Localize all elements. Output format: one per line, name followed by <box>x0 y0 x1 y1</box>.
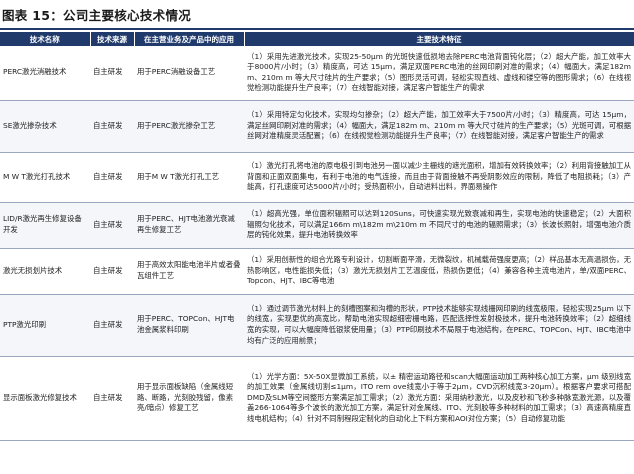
header-features: 主要技术特征 <box>244 32 634 46</box>
features-cell: （1）超高光强，单位面积辐照可以达到120Suns，可快速实现光致衰减和再生，实… <box>244 202 634 249</box>
application-cell: 用于PERC、TOPCon、HJT电池金属浆料印刷 <box>134 294 244 357</box>
application-cell: 用于PERC、HJT电池激光衰减再生修复工艺 <box>134 202 244 249</box>
tech-source-cell: 自主研发 <box>90 46 134 101</box>
core-technology-table: 技术名称 技术来源 在主营业务及产品中的应用 主要技术特征 PERC激光消融技术… <box>0 32 634 441</box>
tech-source-cell: 自主研发 <box>90 202 134 249</box>
table-header-row: 技术名称 技术来源 在主营业务及产品中的应用 主要技术特征 <box>0 32 634 46</box>
features-cell: （1）通过调节激光材料上的刻槽图案和沟槽的形状，PTP技术能够实现线栅网印刷的线… <box>244 294 634 357</box>
table-row: M W T激光打孔技术 自主研发 用于M W T激光打孔工艺 （1）激光打孔将电… <box>0 152 634 203</box>
header-tech-source: 技术来源 <box>90 32 135 46</box>
application-cell: 用于显示面板缺陷（金属线短路、断路，光刻胶残留，像素亮/暗点）修复工艺 <box>134 356 244 441</box>
tech-name-cell: LID/R激光再生修复设备开发 <box>0 202 90 249</box>
header-tech-name: 技术名称 <box>0 32 91 46</box>
features-cell: （1）采用创新性的组合光路专利设计，切割断面平滑，无微裂纹，机械载荷强度更高；（… <box>244 248 634 295</box>
tech-source-cell: 自主研发 <box>90 152 134 203</box>
table-row: PTP激光印刷 自主研发 用于PERC、TOPCon、HJT电池金属浆料印刷 （… <box>0 294 634 357</box>
features-cell: （1）光学方面：5X-50X显微加工系统，以± 精密运动路径和scan大幅面运动… <box>244 356 634 441</box>
tech-name-cell: 激光无损划片技术 <box>0 248 90 295</box>
table-row: 显示面板激光修复技术 自主研发 用于显示面板缺陷（金属线短路、断路，光刻胶残留，… <box>0 356 634 441</box>
tech-name-cell: PTP激光印刷 <box>0 294 90 357</box>
application-cell: 用于高效太阳能电池半片或者叠瓦组件工艺 <box>134 248 244 295</box>
figure-title: 图表 15：公司主要核心技术情况 <box>2 8 192 23</box>
tech-source-cell: 自主研发 <box>90 294 134 357</box>
features-cell: （1）采用特定匀化技术，实现均匀掺杂；（2）超大产能，加工效率大于7500片/小… <box>244 100 634 153</box>
table-row: PERC激光消融技术 自主研发 用于PERC消融设备工艺 （1）采用先进激光技术… <box>0 46 634 101</box>
tech-source-cell: 自主研发 <box>90 356 134 441</box>
tech-name-cell: 显示面板激光修复技术 <box>0 356 90 441</box>
tech-name-cell: SE激光掺杂技术 <box>0 100 90 153</box>
application-cell: 用于M W T激光打孔工艺 <box>134 152 244 203</box>
tech-name-cell: PERC激光消融技术 <box>0 46 90 101</box>
header-application: 在主营业务及产品中的应用 <box>134 32 245 46</box>
application-cell: 用于PERC激光掺杂工艺 <box>134 100 244 153</box>
title-divider <box>0 28 634 30</box>
table-row: SE激光掺杂技术 自主研发 用于PERC激光掺杂工艺 （1）采用特定匀化技术，实… <box>0 100 634 153</box>
tech-name-cell: M W T激光打孔技术 <box>0 152 90 203</box>
tech-source-cell: 自主研发 <box>90 248 134 295</box>
table-row: LID/R激光再生修复设备开发 自主研发 用于PERC、HJT电池激光衰减再生修… <box>0 202 634 249</box>
tech-source-cell: 自主研发 <box>90 100 134 153</box>
table-row: 激光无损划片技术 自主研发 用于高效太阳能电池半片或者叠瓦组件工艺 （1）采用创… <box>0 248 634 295</box>
application-cell: 用于PERC消融设备工艺 <box>134 46 244 101</box>
features-cell: （1）激光打孔将电池的原电极引到电池另一面以减少主栅线的遮光面积，增加有效转换效… <box>244 152 634 203</box>
features-cell: （1）采用先进激光技术，实现25-50μm 的光斑快速低损地去除PERC电池背面… <box>244 46 634 101</box>
